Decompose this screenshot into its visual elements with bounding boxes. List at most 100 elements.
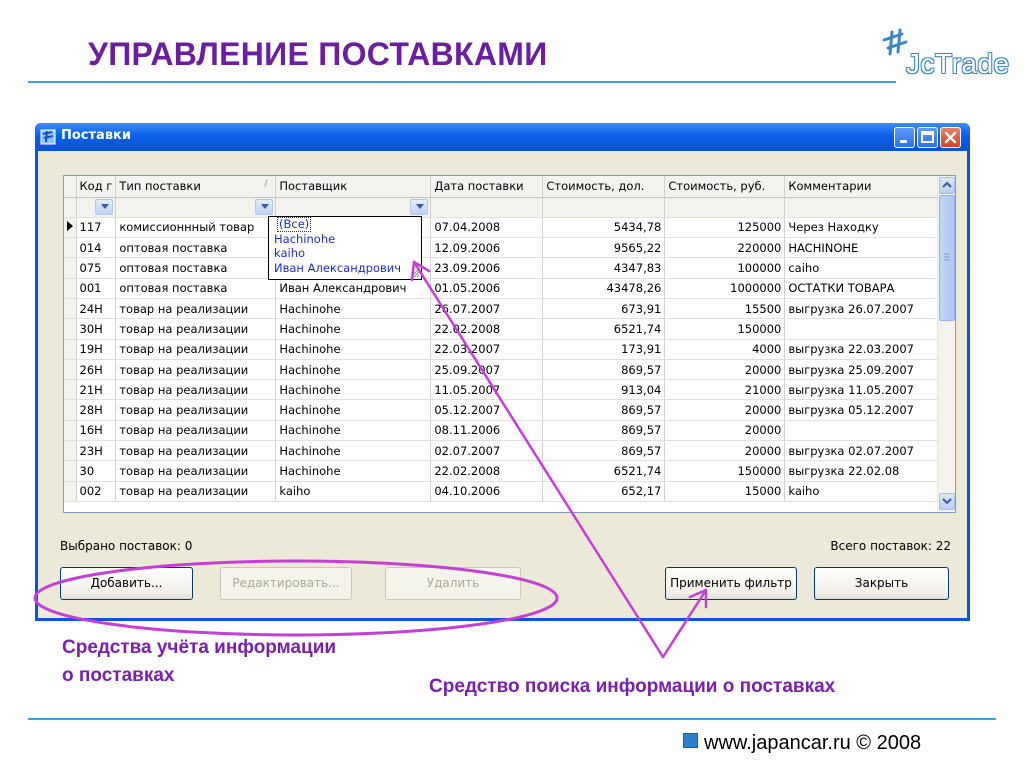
column-header[interactable]: Стоимость, руб. xyxy=(664,176,786,198)
apply-filter-button[interactable]: Применить фильтр xyxy=(665,567,797,600)
table-cell[interactable]: 869,57 xyxy=(542,399,666,421)
filter-dropdown-button[interactable] xyxy=(410,198,429,215)
table-cell[interactable]: 22.02.2008 xyxy=(430,460,544,482)
close-button[interactable]: Закрыть xyxy=(814,567,949,600)
table-cell[interactable]: Hachinohe xyxy=(275,298,432,320)
table-row[interactable]: 117 комиссионнный товар 07.04.2008 5434,78 1… xyxy=(64,217,944,239)
table-cell[interactable]: Иван Александрович xyxy=(275,278,432,299)
table-cell[interactable]: выгрузка 22.02.08 xyxy=(784,460,944,482)
table-cell[interactable]: товар на реализации xyxy=(115,379,277,401)
table-cell[interactable]: 100000 xyxy=(664,257,786,279)
table-cell[interactable]: 5434,78 xyxy=(542,217,666,239)
table-cell[interactable]: 15500 xyxy=(664,298,786,320)
table-cell[interactable]: 075 xyxy=(76,257,117,279)
table-cell[interactable]: 23.09.2006 xyxy=(430,257,544,279)
table-row[interactable]: 23Н товар на реализации Hachinohe 02.07.200… xyxy=(64,440,944,462)
table-cell[interactable]: выгрузка 02.07.2007 xyxy=(784,440,944,462)
table-cell[interactable]: 20000 xyxy=(664,420,786,442)
table-cell[interactable]: Через Находку xyxy=(784,217,944,239)
table-cell[interactable]: ОСТАТКИ ТОВАРА xyxy=(784,278,944,299)
filter-code[interactable] xyxy=(76,197,117,218)
table-cell[interactable]: оптовая поставка xyxy=(115,257,277,279)
table-cell[interactable]: 117 xyxy=(76,217,117,239)
table-cell[interactable]: 6521,74 xyxy=(542,460,666,482)
edit-button[interactable]: Редактировать... xyxy=(220,567,352,600)
deliveries-grid[interactable]: Код г Тип поставки ∕ Поставщик Дата поста… xyxy=(63,175,956,513)
table-cell[interactable]: 21Н xyxy=(76,379,117,401)
table-row[interactable]: 28Н товар на реализации Hachinohe 05.12.200… xyxy=(64,399,944,421)
table-cell[interactable]: 014 xyxy=(76,237,117,259)
table-cell[interactable]: товар на реализации xyxy=(115,339,277,360)
filter-dropdown-button[interactable] xyxy=(255,198,274,215)
table-cell[interactable]: 220000 xyxy=(664,237,786,259)
table-cell[interactable]: 16Н xyxy=(76,420,117,442)
table-cell[interactable]: 652,17 xyxy=(542,481,666,502)
table-cell[interactable]: выгрузка 22.03.2007 xyxy=(784,339,944,360)
table-cell[interactable]: товар на реализации xyxy=(115,440,277,462)
filter-dropdown-button[interactable] xyxy=(95,198,114,215)
table-cell[interactable]: товар на реализации xyxy=(115,460,277,482)
table-cell[interactable]: 07.04.2008 xyxy=(430,217,544,239)
table-cell[interactable]: 002 xyxy=(76,481,117,502)
table-cell[interactable]: 4347,83 xyxy=(542,257,666,279)
close-window-button[interactable] xyxy=(940,127,961,148)
table-cell[interactable]: 30Н xyxy=(76,318,117,340)
table-cell[interactable]: выгрузка 05.12.2007 xyxy=(784,399,944,421)
maximize-button[interactable] xyxy=(917,127,938,148)
table-row[interactable]: 014 оптовая поставка 12.09.2006 9565,22 2200… xyxy=(64,237,944,259)
table-cell[interactable]: товар на реализации xyxy=(115,359,277,381)
table-cell[interactable]: 21000 xyxy=(664,379,786,401)
table-cell[interactable]: 02.07.2007 xyxy=(430,440,544,462)
column-header[interactable]: Стоимость, дол. xyxy=(542,176,666,198)
add-button[interactable]: Добавить... xyxy=(60,567,193,600)
table-cell[interactable]: kaiho xyxy=(784,481,944,502)
table-cell[interactable]: 20000 xyxy=(664,440,786,462)
table-cell[interactable]: Hachinohe xyxy=(275,399,432,421)
table-cell[interactable]: 24Н xyxy=(76,298,117,320)
filter-type[interactable] xyxy=(115,197,277,218)
table-cell[interactable]: Hachinohe xyxy=(275,359,432,381)
table-cell[interactable]: 26Н xyxy=(76,359,117,381)
table-cell[interactable]: 12.09.2006 xyxy=(430,237,544,259)
delete-button[interactable]: Удалить xyxy=(385,567,521,600)
table-cell[interactable]: 1000000 xyxy=(664,278,786,299)
table-cell[interactable]: 20000 xyxy=(664,399,786,421)
table-cell[interactable]: 9565,22 xyxy=(542,237,666,259)
table-row[interactable]: 002 товар на реализации kaiho 04.10.2006 652… xyxy=(64,481,944,502)
table-cell[interactable]: 869,57 xyxy=(542,359,666,381)
table-cell[interactable]: оптовая поставка xyxy=(115,278,277,299)
table-cell[interactable]: 673,91 xyxy=(542,298,666,320)
table-cell[interactable]: 22.02.2008 xyxy=(430,318,544,340)
table-row[interactable]: 001 оптовая поставка Иван Александрович 01.… xyxy=(64,278,944,299)
table-cell[interactable]: Hachinohe xyxy=(275,440,432,462)
column-header[interactable]: Дата поставки xyxy=(430,176,544,198)
table-row[interactable]: 21Н товар на реализации Hachinohe 11.05.200… xyxy=(64,379,944,401)
table-cell[interactable]: 15000 xyxy=(664,481,786,502)
filter-supplier[interactable] xyxy=(275,197,432,218)
supplier-filter-dropdown[interactable]: (Все) Hachinohe kaiho Иван Александрович xyxy=(268,216,422,280)
table-cell[interactable]: 43478,26 xyxy=(542,278,666,299)
table-cell[interactable]: 05.12.2007 xyxy=(430,399,544,421)
dropdown-option[interactable]: kaiho xyxy=(269,246,421,261)
table-cell[interactable]: 11.05.2007 xyxy=(430,379,544,401)
table-cell[interactable]: caiho xyxy=(784,257,944,279)
table-cell[interactable]: 28Н xyxy=(76,399,117,421)
table-cell[interactable]: выгрузка 11.05.2007 xyxy=(784,379,944,401)
table-cell[interactable]: 869,57 xyxy=(542,420,666,442)
column-header[interactable]: Поставщик xyxy=(275,176,432,198)
table-cell[interactable]: 150000 xyxy=(664,318,786,340)
table-cell[interactable]: Hachinohe xyxy=(275,420,432,442)
table-cell[interactable]: 6521,74 xyxy=(542,318,666,340)
scroll-up-button[interactable] xyxy=(939,177,955,194)
table-cell[interactable]: товар на реализации xyxy=(115,481,277,502)
window-titlebar[interactable]: Поставки xyxy=(35,123,970,151)
table-cell[interactable]: HACHINOHE xyxy=(784,237,944,259)
dropdown-option[interactable]: Hachinohe xyxy=(269,232,421,247)
table-cell[interactable]: товар на реализации xyxy=(115,318,277,340)
table-cell[interactable]: выгрузка 25.09.2007 xyxy=(784,359,944,381)
table-cell[interactable] xyxy=(784,318,944,340)
table-cell[interactable]: Hachinohe xyxy=(275,339,432,360)
table-cell[interactable]: 01.05.2006 xyxy=(430,278,544,299)
resize-grip-icon[interactable] xyxy=(410,268,420,278)
minimize-button[interactable] xyxy=(894,127,915,148)
